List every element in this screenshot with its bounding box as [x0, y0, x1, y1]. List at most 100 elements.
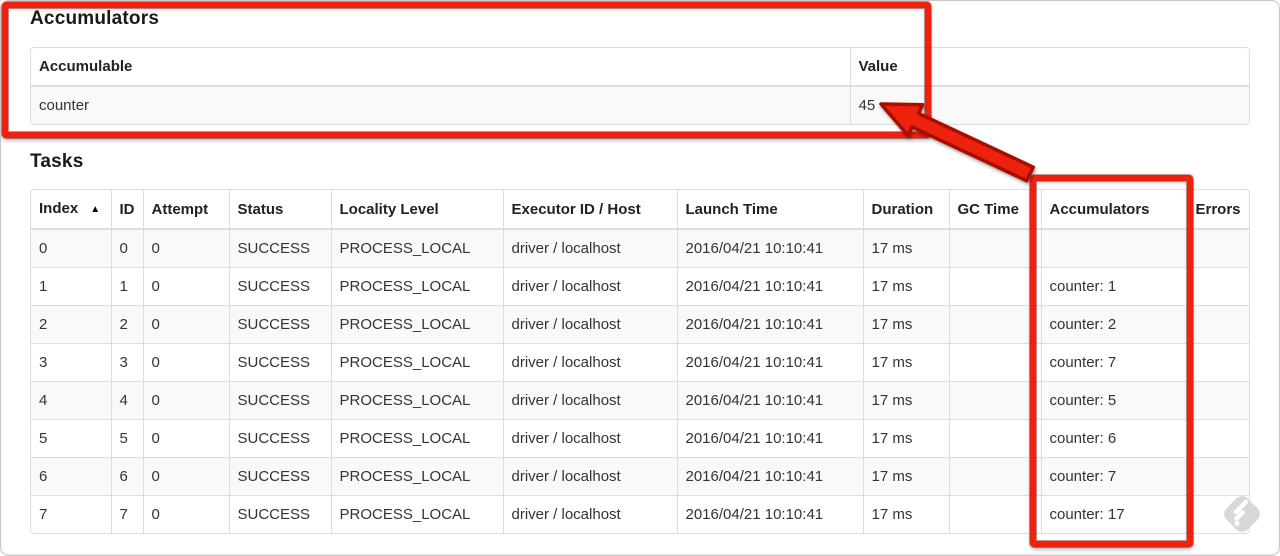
task-row: 0 0 0 SUCCESS PROCESS_LOCAL driver / loc… [31, 229, 1249, 268]
task-duration-cell: 17 ms [862, 381, 949, 420]
task-errors-cell [1186, 381, 1249, 420]
task-status-cell: SUCCESS [228, 343, 331, 382]
task-executor-id-host-cell: driver / localhost [502, 495, 677, 533]
task-errors-cell [1186, 267, 1249, 306]
task-locality-level-cell: PROCESS_LOCAL [330, 381, 503, 420]
column-header-duration[interactable]: Duration [862, 190, 949, 230]
task-errors-cell [1186, 343, 1249, 382]
task-locality-level-cell: PROCESS_LOCAL [330, 495, 503, 533]
accumulable-name-cell: counter [31, 86, 850, 124]
task-id-cell: 7 [110, 495, 143, 533]
column-header-gc-time[interactable]: GC Time [948, 190, 1041, 230]
task-row: 3 3 0 SUCCESS PROCESS_LOCAL driver / loc… [31, 343, 1249, 382]
task-launch-time-cell: 2016/04/21 10:10:41 [676, 457, 863, 496]
task-accumulators-cell: counter: 6 [1040, 419, 1187, 458]
task-row: 1 1 0 SUCCESS PROCESS_LOCAL driver / loc… [31, 267, 1249, 306]
column-header-accumulators[interactable]: Accumulators [1040, 190, 1187, 230]
task-row: 4 4 0 SUCCESS PROCESS_LOCAL driver / loc… [31, 381, 1249, 420]
task-id-cell: 4 [110, 381, 143, 420]
task-launch-time-cell: 2016/04/21 10:10:41 [676, 267, 863, 306]
task-status-cell: SUCCESS [228, 305, 331, 344]
task-duration-cell: 17 ms [862, 229, 949, 268]
task-executor-id-host-cell: driver / localhost [502, 267, 677, 306]
task-duration-cell: 17 ms [862, 419, 949, 458]
task-attempt-cell: 0 [142, 343, 229, 382]
task-executor-id-host-cell: driver / localhost [502, 343, 677, 382]
task-row: 7 7 0 SUCCESS PROCESS_LOCAL driver / loc… [31, 495, 1249, 533]
task-duration-cell: 17 ms [862, 457, 949, 496]
task-attempt-cell: 0 [142, 381, 229, 420]
column-header-executor-id-host[interactable]: Executor ID / Host [502, 190, 677, 230]
tasks-section-heading: Tasks [30, 151, 84, 172]
sort-ascending-icon: ▲ [90, 204, 101, 215]
task-index-cell: 4 [31, 381, 111, 420]
task-index-cell: 3 [31, 343, 111, 382]
task-status-cell: SUCCESS [228, 381, 331, 420]
task-launch-time-cell: 2016/04/21 10:10:41 [676, 305, 863, 344]
task-attempt-cell: 0 [142, 305, 229, 344]
task-launch-time-cell: 2016/04/21 10:10:41 [676, 381, 863, 420]
task-index-cell: 1 [31, 267, 111, 306]
column-header-index[interactable]: Index ▲ [31, 190, 111, 230]
task-status-cell: SUCCESS [228, 495, 331, 533]
task-locality-level-cell: PROCESS_LOCAL [330, 229, 503, 268]
task-accumulators-cell: counter: 7 [1040, 457, 1187, 496]
task-accumulators-cell: counter: 17 [1040, 495, 1187, 533]
task-executor-id-host-cell: driver / localhost [502, 229, 677, 268]
task-locality-level-cell: PROCESS_LOCAL [330, 457, 503, 496]
task-status-cell: SUCCESS [228, 419, 331, 458]
task-gc-time-cell [948, 305, 1041, 344]
column-header-errors[interactable]: Errors [1186, 190, 1249, 230]
task-id-cell: 1 [110, 267, 143, 306]
task-accumulators-cell: counter: 1 [1040, 267, 1187, 306]
task-errors-cell [1186, 229, 1249, 268]
task-duration-cell: 17 ms [862, 343, 949, 382]
task-row: 6 6 0 SUCCESS PROCESS_LOCAL driver / loc… [31, 457, 1249, 496]
task-duration-cell: 17 ms [862, 305, 949, 344]
task-launch-time-cell: 2016/04/21 10:10:41 [676, 419, 863, 458]
task-index-cell: 0 [31, 229, 111, 268]
task-executor-id-host-cell: driver / localhost [502, 457, 677, 496]
task-index-cell: 2 [31, 305, 111, 344]
column-header-id[interactable]: ID [110, 190, 143, 230]
task-errors-cell [1186, 305, 1249, 344]
task-accumulators-cell: counter: 5 [1040, 381, 1187, 420]
task-id-cell: 5 [110, 419, 143, 458]
task-errors-cell [1186, 419, 1249, 458]
task-duration-cell: 17 ms [862, 495, 949, 533]
column-header-launch-time[interactable]: Launch Time [676, 190, 863, 230]
task-attempt-cell: 0 [142, 419, 229, 458]
task-locality-level-cell: PROCESS_LOCAL [330, 305, 503, 344]
accumulators-table: Accumulable Value counter 45 [30, 47, 1250, 125]
task-locality-level-cell: PROCESS_LOCAL [330, 343, 503, 382]
tasks-header-row: Index ▲ ID Attempt Status Locality Level … [31, 190, 1249, 230]
column-header-accumulable[interactable]: Accumulable [31, 48, 850, 87]
accumulator-row: counter 45 [31, 86, 1249, 124]
task-gc-time-cell [948, 381, 1041, 420]
task-gc-time-cell [948, 267, 1041, 306]
task-locality-level-cell: PROCESS_LOCAL [330, 419, 503, 458]
column-header-value[interactable]: Value [849, 48, 1249, 87]
task-executor-id-host-cell: driver / localhost [502, 419, 677, 458]
column-header-attempt[interactable]: Attempt [142, 190, 229, 230]
task-gc-time-cell [948, 343, 1041, 382]
task-row: 5 5 0 SUCCESS PROCESS_LOCAL driver / loc… [31, 419, 1249, 458]
task-attempt-cell: 0 [142, 457, 229, 496]
task-gc-time-cell [948, 229, 1041, 268]
task-launch-time-cell: 2016/04/21 10:10:41 [676, 343, 863, 382]
task-index-cell: 6 [31, 457, 111, 496]
task-accumulators-cell [1040, 229, 1187, 268]
task-launch-time-cell: 2016/04/21 10:10:41 [676, 229, 863, 268]
column-header-status[interactable]: Status [228, 190, 331, 230]
task-launch-time-cell: 2016/04/21 10:10:41 [676, 495, 863, 533]
task-status-cell: SUCCESS [228, 267, 331, 306]
accumulable-value-cell: 45 [849, 86, 1249, 124]
task-gc-time-cell [948, 457, 1041, 496]
column-header-locality-level[interactable]: Locality Level [330, 190, 503, 230]
task-row: 2 2 0 SUCCESS PROCESS_LOCAL driver / loc… [31, 305, 1249, 344]
task-status-cell: SUCCESS [228, 457, 331, 496]
task-accumulators-cell: counter: 7 [1040, 343, 1187, 382]
task-executor-id-host-cell: driver / localhost [502, 381, 677, 420]
task-attempt-cell: 0 [142, 267, 229, 306]
task-attempt-cell: 0 [142, 229, 229, 268]
